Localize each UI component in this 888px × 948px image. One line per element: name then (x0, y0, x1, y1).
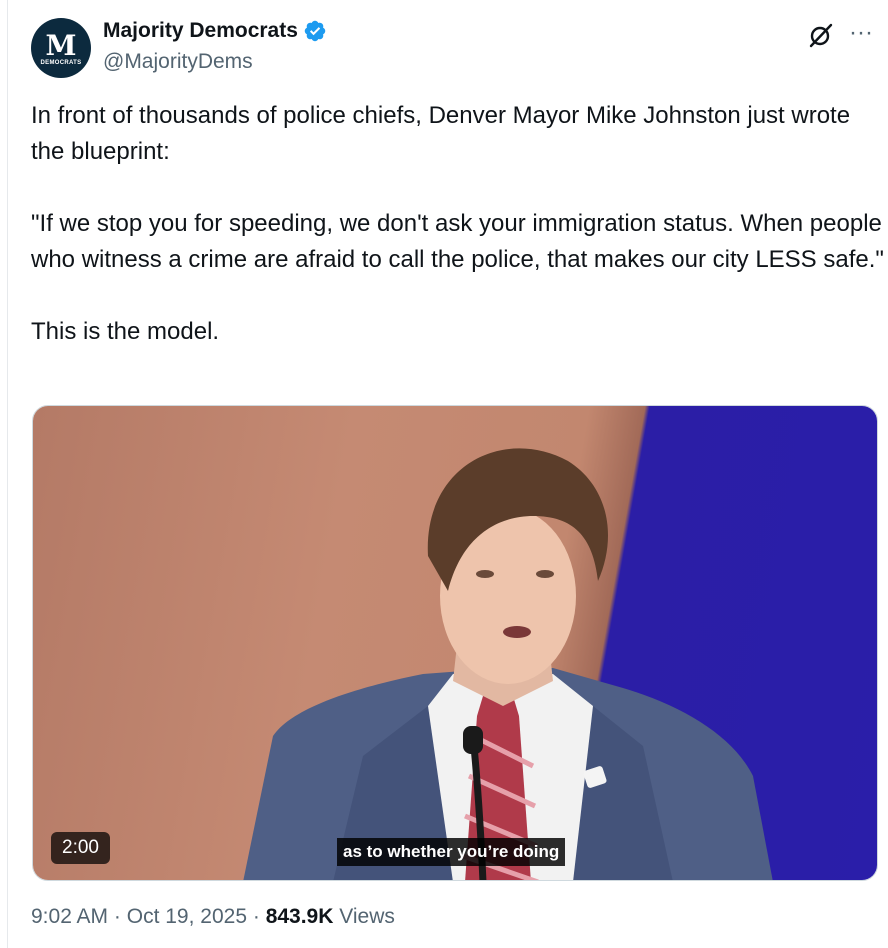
tweet-text: In front of thousands of police chiefs, … (31, 98, 886, 350)
author-name-row[interactable]: Majority Democrats (103, 19, 327, 43)
video-frame-speaker (243, 448, 773, 880)
video-caption: as to whether you’re doing (337, 838, 566, 866)
author-handle[interactable]: @MajorityDems (103, 50, 253, 74)
avatar-wordmark: DEMOCRATS (40, 59, 82, 66)
tweet-header: M DEMOCRATS Majority Democrats @Majority… (0, 0, 888, 92)
video-duration-badge: 2:00 (51, 832, 110, 864)
timeline-border (7, 0, 8, 948)
avatar[interactable]: M DEMOCRATS (31, 18, 91, 78)
tweet-paragraph: In front of thousands of police chiefs, … (31, 102, 851, 165)
tweet-paragraph: This is the model. (31, 318, 220, 345)
more-icon[interactable]: ··· (849, 21, 873, 45)
tweet-time[interactable]: 9:02 AM (31, 905, 108, 928)
meta-separator: · (113, 905, 121, 928)
tweet-date[interactable]: Oct 19, 2025 (127, 905, 247, 928)
tweet-paragraph: "If we stop you for speeding, we don't a… (31, 210, 884, 273)
video-player[interactable]: 2:00 as to whether you’re doing (32, 405, 878, 881)
views-label: Views (339, 905, 395, 928)
tweet-meta: 9:02 AM · Oct 19, 2025 · 843.9K Views (31, 905, 395, 929)
views-count: 843.9K (265, 905, 334, 928)
author-name[interactable]: Majority Democrats (103, 19, 298, 43)
meta-separator: · (252, 905, 260, 928)
avatar-letter: M (45, 28, 77, 62)
verified-badge-icon (304, 20, 326, 42)
grok-icon[interactable] (808, 22, 834, 48)
